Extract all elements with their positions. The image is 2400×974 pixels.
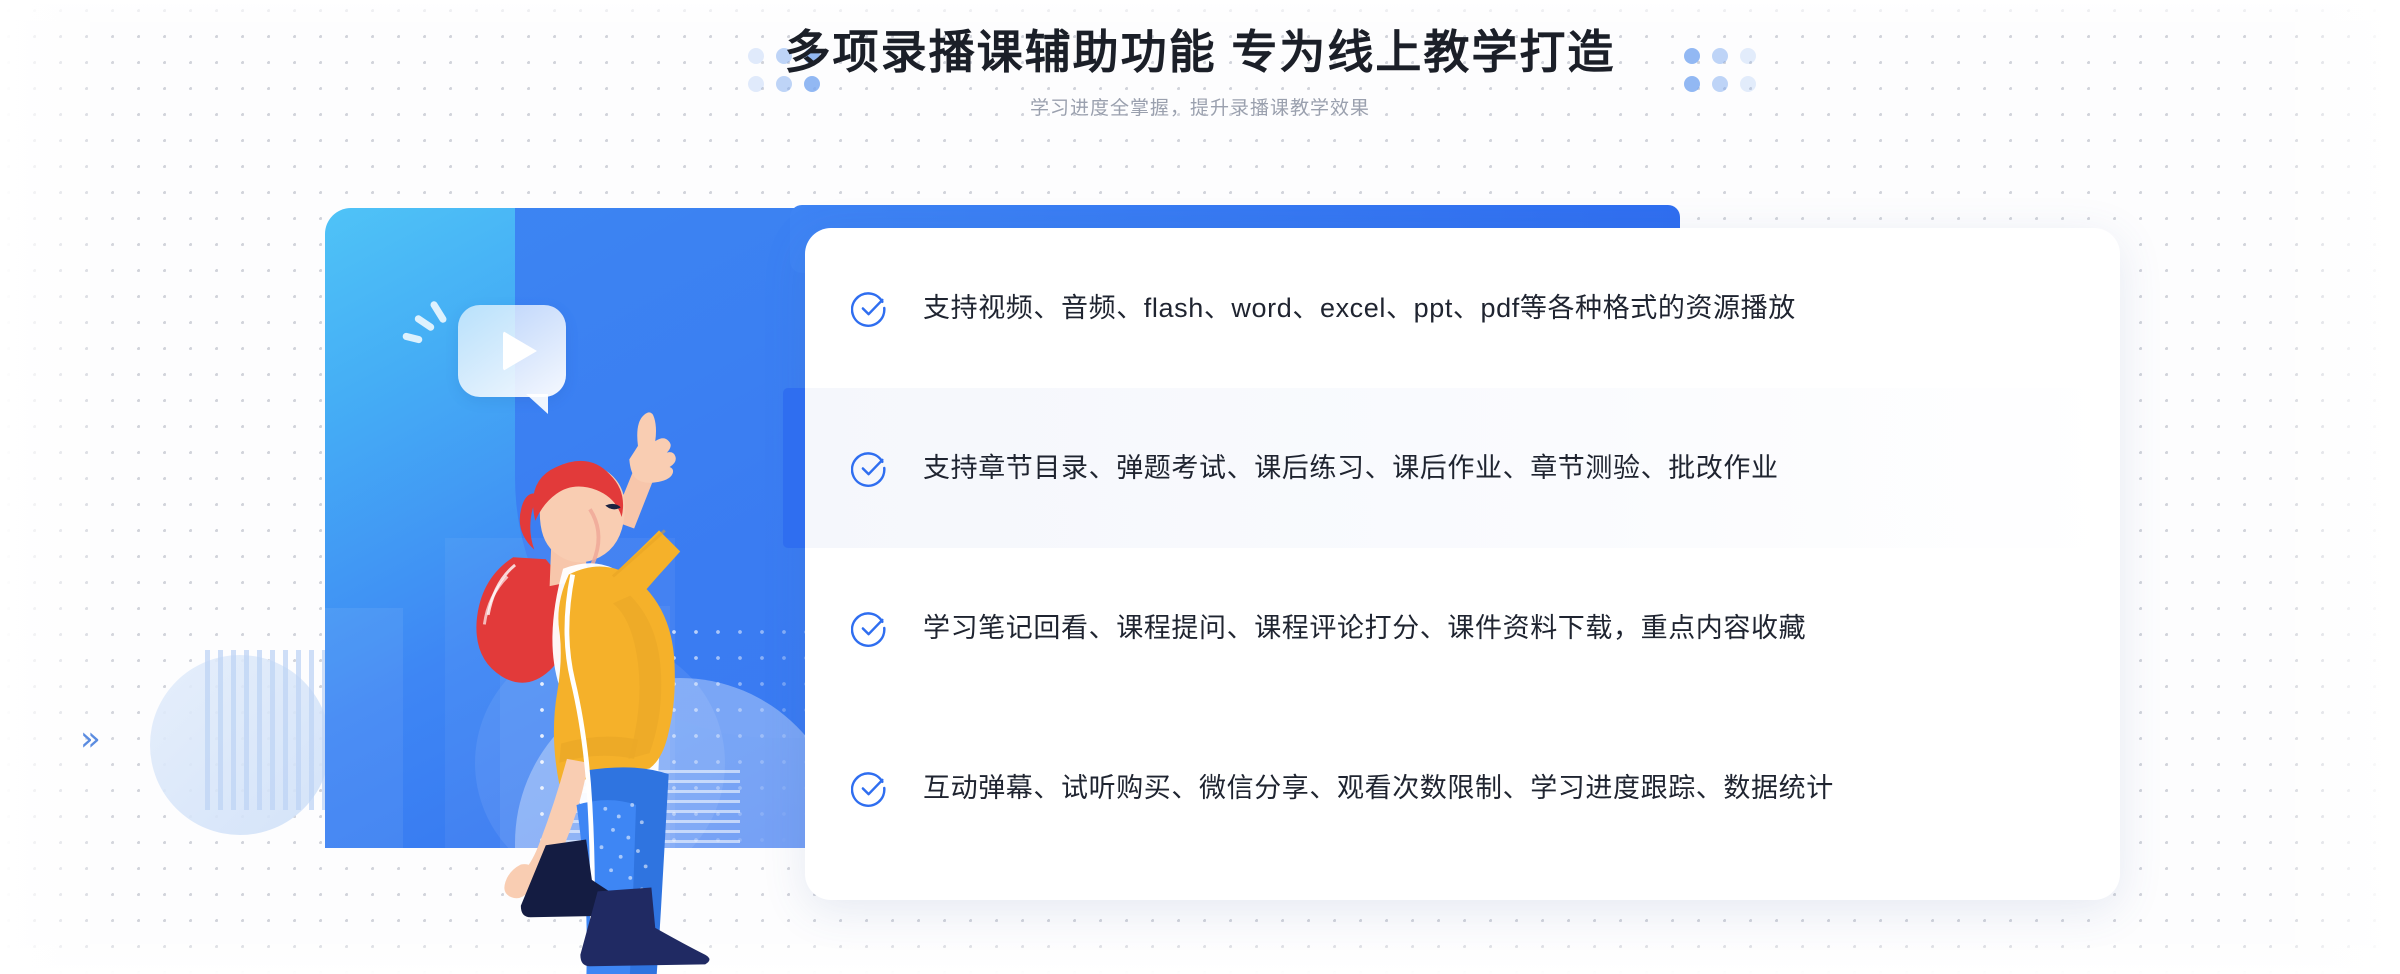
header: 多项录播课辅助功能 专为线上教学打造 学习进度全掌握，提升录播课教学效果 (0, 22, 2400, 120)
feature-text: 互动弹幕、试听购买、微信分享、观看次数限制、学习进度跟踪、数据统计 (923, 772, 1834, 803)
feature-row[interactable]: 支持章节目录、弹题考试、课后练习、课后作业、章节测验、批改作业 (783, 388, 2120, 548)
person-illustration (476, 412, 710, 974)
check-circle-icon (851, 612, 886, 647)
feature-row[interactable]: 互动弹幕、试听购买、微信分享、观看次数限制、学习进度跟踪、数据统计 (805, 708, 2120, 868)
feature-row[interactable]: 支持视频、音频、flash、word、excel、ppt、pdf等各种格式的资源… (805, 228, 2120, 388)
striped-decoration (205, 650, 330, 810)
left-fade (0, 0, 120, 974)
check-circle-icon (851, 452, 886, 487)
features-card: 支持视频、音频、flash、word、excel、ppt、pdf等各种格式的资源… (783, 228, 2120, 900)
right-fade (2260, 0, 2400, 974)
chevron-right-icon: » (80, 719, 101, 759)
feature-text: 学习笔记回看、课程提问、课程评论打分、课件资料下载，重点内容收藏 (923, 612, 1807, 643)
features-list: 支持视频、音频、flash、word、excel、ppt、pdf等各种格式的资源… (783, 228, 2120, 900)
check-circle-icon (851, 772, 886, 807)
feature-row[interactable]: 学习笔记回看、课程提问、课程评论打分、课件资料下载，重点内容收藏 (805, 548, 2120, 708)
page-root: » 多项录播课辅助功能 专为线上教学打造 学习进度全掌握，提升录播课教学效果 « (0, 0, 2400, 974)
feature-text: 支持章节目录、弹题考试、课后练习、课后作业、章节测验、批改作业 (923, 452, 1779, 483)
page-title: 多项录播课辅助功能 专为线上教学打造 (784, 26, 1616, 78)
feature-text: 支持视频、音频、flash、word、excel、ppt、pdf等各种格式的资源… (923, 292, 1796, 323)
page-subtitle: 学习进度全掌握，提升录播课教学效果 (1029, 97, 1370, 119)
check-circle-icon (851, 292, 886, 327)
